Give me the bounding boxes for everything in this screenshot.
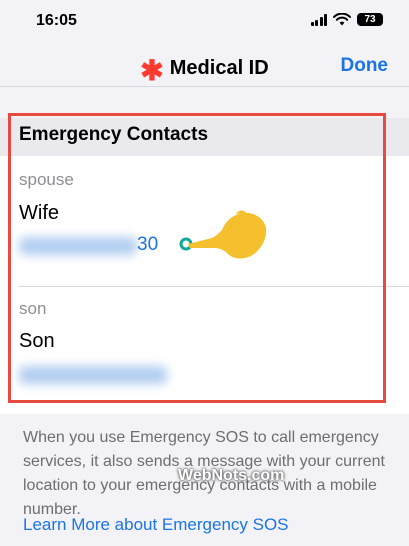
contact-phone-number[interactable]: 30 <box>137 234 158 256</box>
section-title: Emergency Contacts <box>19 124 209 145</box>
status-bar: 16:05 73 <box>0 0 409 46</box>
done-button[interactable]: Done <box>341 55 389 77</box>
cellular-signal-icon <box>310 13 327 26</box>
battery-icon: 73 <box>357 13 383 26</box>
medical-asterisk-icon: ✱ <box>140 55 164 86</box>
blurred-phone-number[interactable] <box>19 366 167 384</box>
contact-name: Son <box>19 330 55 352</box>
contact-name: Wife <box>19 202 59 224</box>
wifi-icon <box>333 13 351 26</box>
watermark: WebNots.com <box>178 467 285 484</box>
contact-relation: son <box>19 299 47 318</box>
contact-relation: spouse <box>19 170 74 189</box>
status-time: 16:05 <box>36 12 77 29</box>
page-title-label: Medical ID <box>169 57 269 79</box>
blurred-phone-number <box>19 237 137 255</box>
emergency-contacts-list: spouse Wife 30 son Son <box>0 156 409 414</box>
pointing-hand-icon <box>179 210 267 259</box>
learn-more-link[interactable]: Learn More about Emergency SOS <box>23 515 289 535</box>
navigation-bar: ✱ Medical ID Done <box>0 46 409 87</box>
contact-row-son[interactable]: son Son <box>0 287 409 414</box>
status-icons: 73 <box>310 13 383 26</box>
emergency-contacts-header: Emergency Contacts <box>0 118 409 156</box>
